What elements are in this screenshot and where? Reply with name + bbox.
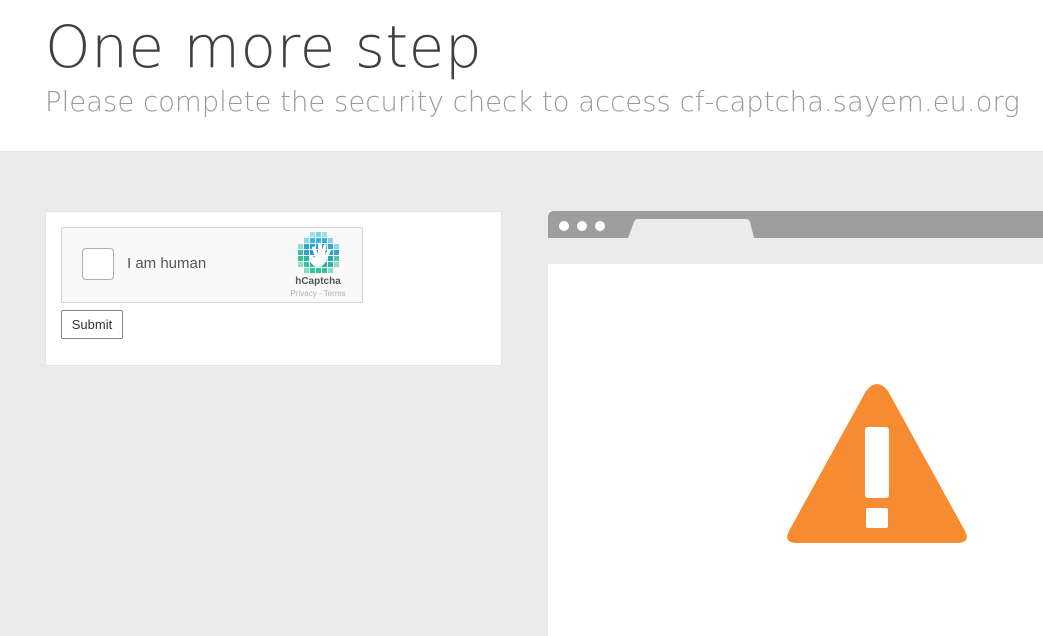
page-header: One more step Please complete the securi…: [0, 0, 1043, 152]
warning-exclamation-dot: [866, 508, 888, 528]
browser-window-frame: [548, 211, 1043, 636]
hcaptcha-brand-name: hCaptcha: [295, 276, 341, 287]
privacy-link[interactable]: Privacy: [291, 289, 317, 298]
browser-warning-illustration: [548, 211, 1043, 636]
terms-link[interactable]: Terms: [324, 289, 346, 298]
human-checkbox-label[interactable]: I am human: [127, 254, 206, 274]
hcaptcha-widget: I am human hCaptcha Privacy - Terms: [61, 227, 363, 303]
browser-title-bar: [548, 211, 1043, 238]
hcaptcha-links: Privacy - Terms: [277, 289, 359, 299]
hcaptcha-logo-icon[interactable]: [296, 232, 340, 276]
browser-dot-2: [577, 221, 587, 231]
browser-tab: [628, 219, 754, 238]
page-subtitle: Please complete the security check to ac…: [45, 86, 1020, 118]
warning-exclamation-bar: [865, 427, 889, 498]
page-title: One more step: [45, 13, 483, 81]
link-separator: -: [318, 289, 322, 298]
main-content: I am human hCaptcha Privacy - Terms Subm…: [0, 152, 1043, 636]
browser-dot-1: [559, 221, 569, 231]
browser-address-bar: [548, 238, 1043, 264]
human-checkbox[interactable]: [82, 248, 114, 280]
captcha-card: I am human hCaptcha Privacy - Terms Subm…: [45, 211, 502, 366]
submit-button[interactable]: Submit: [61, 310, 123, 339]
browser-dot-3: [595, 221, 605, 231]
